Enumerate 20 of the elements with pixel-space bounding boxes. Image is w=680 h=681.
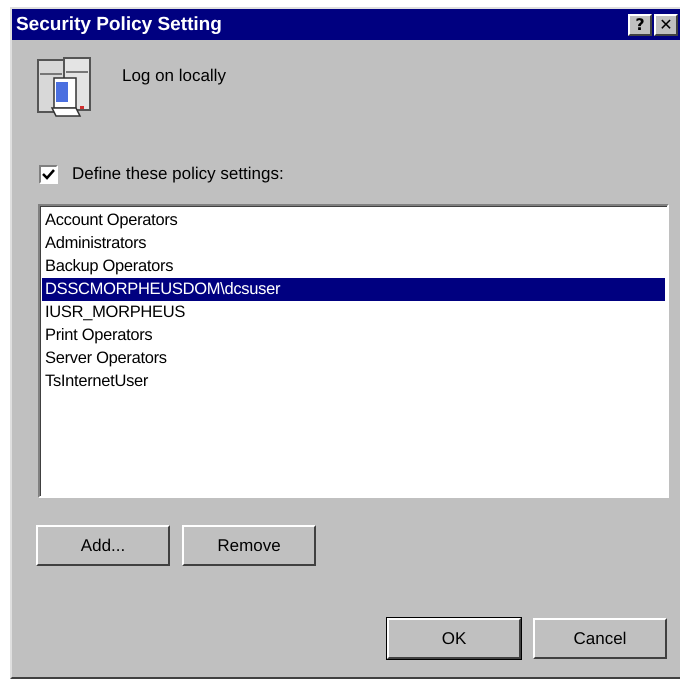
list-item[interactable]: Print Operators	[42, 324, 665, 347]
remove-button[interactable]: Remove	[182, 525, 316, 566]
checkbox-label: Define these policy settings:	[72, 164, 284, 184]
list-item[interactable]: DSSCMORPHEUSDOM\dcsuser	[42, 278, 665, 301]
ok-button[interactable]: OK	[387, 618, 521, 659]
list-item[interactable]: Backup Operators	[42, 255, 665, 278]
window-title: Security Policy Setting	[16, 14, 222, 36]
list-item[interactable]: TsInternetUser	[42, 370, 665, 393]
list-item[interactable]: Server Operators	[42, 347, 665, 370]
cancel-button[interactable]: Cancel	[533, 618, 667, 659]
server-policy-icon	[36, 54, 94, 120]
checkmark-icon	[42, 168, 55, 180]
help-button[interactable]: ?	[628, 14, 652, 36]
list-item[interactable]: Administrators	[42, 232, 665, 255]
add-button[interactable]: Add...	[36, 525, 170, 566]
define-checkbox[interactable]	[39, 164, 58, 184]
close-button[interactable]: ✕	[654, 14, 678, 36]
list-item[interactable]: IUSR_MORPHEUS	[42, 301, 665, 324]
list-item[interactable]: Account Operators	[42, 209, 665, 232]
policy-name: Log on locally	[122, 66, 226, 86]
